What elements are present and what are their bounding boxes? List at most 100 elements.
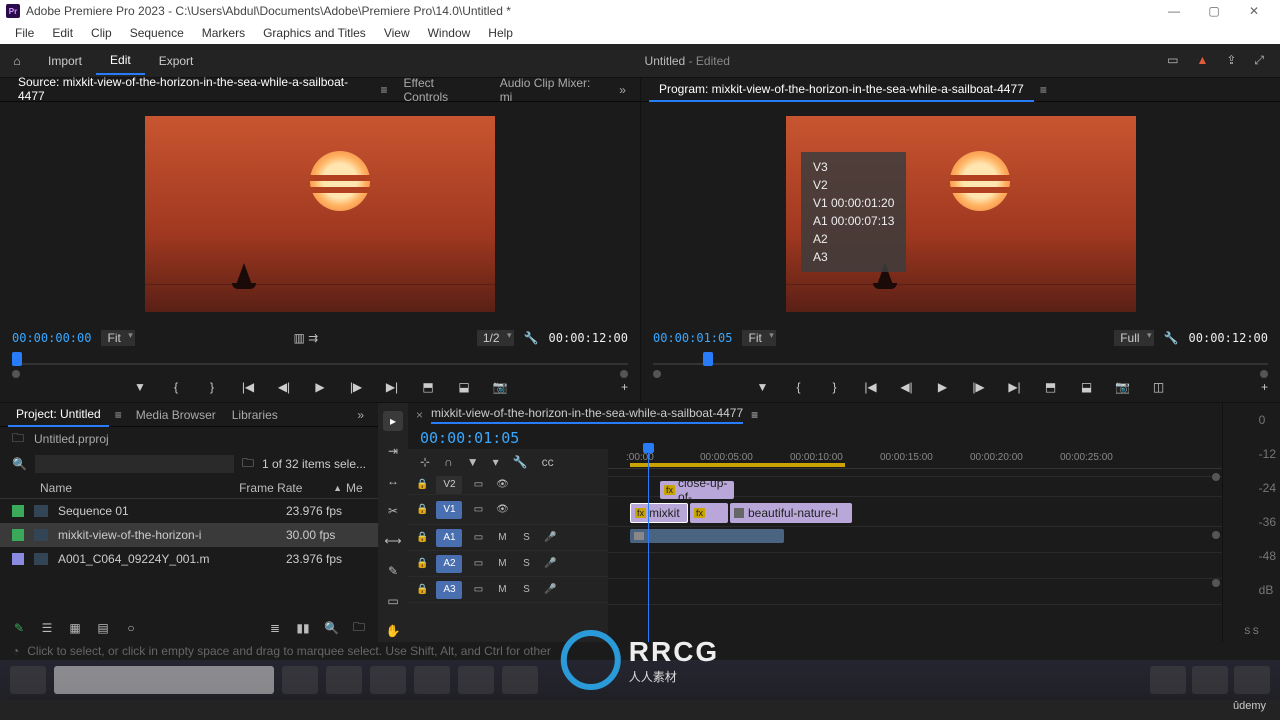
track-a3[interactable] [608, 579, 1222, 605]
libraries-tab[interactable]: Libraries [224, 404, 286, 426]
timeline-timecode[interactable]: 00:00:01:05 [420, 429, 519, 447]
marker-icon[interactable]: ▼ [467, 455, 479, 469]
taskbar-app[interactable] [414, 666, 450, 694]
add-marker-icon[interactable]: ▼ [131, 380, 149, 394]
menu-edit[interactable]: Edit [43, 24, 82, 42]
track-header-a2[interactable]: 🔒 A2 ▭ M S 🎤 [408, 551, 608, 577]
play-icon[interactable]: ▶ [934, 380, 952, 394]
ripple-tool-icon[interactable]: ↔ [383, 471, 403, 491]
linked-selection-icon[interactable]: ∩ [444, 455, 453, 469]
track-header-a3[interactable]: 🔒 A3 ▭ M S 🎤 [408, 577, 608, 603]
source-timecode[interactable]: 00:00:00:00 [12, 331, 91, 345]
bin-item[interactable]: A001_C064_09224Y_001.m23.976 fps [0, 547, 378, 571]
overwrite-icon[interactable]: ⬓ [455, 380, 473, 394]
mark-in-icon[interactable]: { [167, 380, 185, 394]
search-input[interactable] [35, 455, 234, 473]
button-editor-icon[interactable]: + [621, 380, 628, 394]
timeline-area[interactable]: :00:00 00:00:05:00 00:00:10:00 00:00:15:… [608, 449, 1222, 642]
search-icon[interactable]: 🔍 [12, 457, 27, 471]
sync-lock-icon[interactable]: ▭ [470, 532, 486, 543]
bin-icon[interactable]: 🗀 [12, 429, 24, 450]
tray-item[interactable] [1234, 666, 1270, 694]
taskbar-app[interactable] [370, 666, 406, 694]
voice-icon[interactable]: 🎤 [542, 558, 558, 569]
track-v2[interactable]: fxclose-up-of- [608, 477, 1222, 497]
voice-icon[interactable]: 🎤 [542, 584, 558, 595]
add-marker-icon[interactable]: ▾ [493, 455, 499, 469]
automate-icon[interactable]: ▮▮ [296, 621, 310, 635]
go-to-in-icon[interactable]: |◀ [862, 380, 880, 394]
source-scrubber[interactable] [0, 350, 640, 372]
mute-icon[interactable]: M [494, 532, 510, 543]
lock-icon[interactable]: 🔒 [416, 532, 428, 543]
clip-v1-b[interactable]: fx [690, 503, 728, 523]
rectangle-tool-icon[interactable]: ▭ [383, 591, 403, 611]
panel-menu-icon[interactable]: ≡ [751, 408, 758, 422]
menu-sequence[interactable]: Sequence [121, 24, 193, 42]
lock-icon[interactable]: 🔒 [416, 558, 428, 569]
step-fwd-icon[interactable]: |▶ [347, 380, 365, 394]
mark-out-icon[interactable]: } [203, 380, 221, 394]
insert-overwrite-icon[interactable]: ▥ ⇉ [293, 331, 318, 345]
solo-icon[interactable]: S [518, 558, 534, 569]
freeform-view-icon[interactable]: ▤ [96, 621, 110, 635]
program-scrubber[interactable] [641, 350, 1280, 372]
razor-tool-icon[interactable]: ✂ [383, 501, 403, 521]
media-browser-tab[interactable]: Media Browser [128, 404, 224, 426]
fullscreen-icon[interactable]: ⤢ [1254, 53, 1264, 68]
sync-lock-icon[interactable]: ▭ [470, 584, 486, 595]
mute-icon[interactable]: M [494, 558, 510, 569]
go-to-out-icon[interactable]: ▶| [383, 380, 401, 394]
menu-clip[interactable]: Clip [82, 24, 121, 42]
lift-icon[interactable]: ⬒ [1042, 380, 1060, 394]
step-fwd-icon[interactable]: |▶ [970, 380, 988, 394]
program-quality[interactable]: Full [1114, 330, 1153, 346]
bin-header[interactable]: Name Frame Rate ▲ Me [0, 477, 378, 499]
solo-icon[interactable]: S [518, 584, 534, 595]
mark-out-icon[interactable]: } [826, 380, 844, 394]
menu-help[interactable]: Help [479, 24, 522, 42]
track-select-tool-icon[interactable]: ⇥ [383, 441, 403, 461]
mute-icon[interactable]: M [494, 584, 510, 595]
source-page[interactable]: 1/2 [477, 330, 514, 346]
bin-item[interactable]: mixkit-view-of-the-horizon-i30.00 fps [0, 523, 378, 547]
play-icon[interactable]: ▶ [311, 380, 329, 394]
zoom-slider[interactable]: ○ [124, 621, 138, 635]
menu-view[interactable]: View [375, 24, 419, 42]
lock-icon[interactable]: 🔒 [416, 504, 428, 515]
sync-lock-icon[interactable]: ▭ [470, 504, 486, 515]
overflow-icon[interactable]: » [613, 83, 632, 97]
track-target[interactable]: A2 [436, 555, 462, 573]
minimize-button[interactable]: — [1154, 4, 1194, 18]
clip-v1-a[interactable]: fxmixkit [630, 503, 688, 523]
home-icon[interactable]: ⌂ [0, 54, 34, 68]
panel-menu-icon[interactable]: ≡ [374, 83, 393, 97]
source-monitor[interactable] [0, 102, 640, 326]
close-button[interactable]: ✕ [1234, 4, 1274, 18]
voice-icon[interactable]: 🎤 [542, 532, 558, 543]
track-target[interactable]: V2 [436, 476, 462, 494]
time-ruler[interactable]: :00:00 00:00:05:00 00:00:10:00 00:00:15:… [608, 449, 1222, 469]
settings-icon[interactable]: 🔧 [513, 455, 528, 469]
settings-icon[interactable]: 🔧 [524, 331, 539, 345]
project-tab[interactable]: Project: Untitled [8, 403, 109, 427]
mark-in-icon[interactable]: { [790, 380, 808, 394]
panel-menu-icon[interactable]: ≡ [109, 408, 128, 422]
close-tab-icon[interactable]: × [416, 408, 423, 422]
track-target[interactable]: A3 [436, 581, 462, 599]
step-back-icon[interactable]: ◀| [275, 380, 293, 394]
step-back-icon[interactable]: ◀| [898, 380, 916, 394]
toggle-track-icon[interactable]: 👁 [494, 479, 510, 490]
sync-lock-icon[interactable]: ▭ [470, 479, 486, 490]
lock-icon[interactable]: 🔒 [416, 479, 428, 490]
track-target[interactable]: V1 [436, 501, 462, 519]
menu-markers[interactable]: Markers [193, 24, 254, 42]
menu-window[interactable]: Window [419, 24, 480, 42]
track-header-v2[interactable]: 🔒 V2 ▭ 👁 [408, 475, 608, 495]
start-button[interactable] [10, 666, 46, 694]
lock-icon[interactable]: 🔒 [416, 584, 428, 595]
clip-a1[interactable] [630, 529, 784, 543]
track-header-v1[interactable]: 🔒 V1 ▭ 👁 [408, 495, 608, 525]
snap-icon[interactable]: ⊹ [420, 455, 430, 469]
list-view-icon[interactable]: ☰ [40, 621, 54, 635]
